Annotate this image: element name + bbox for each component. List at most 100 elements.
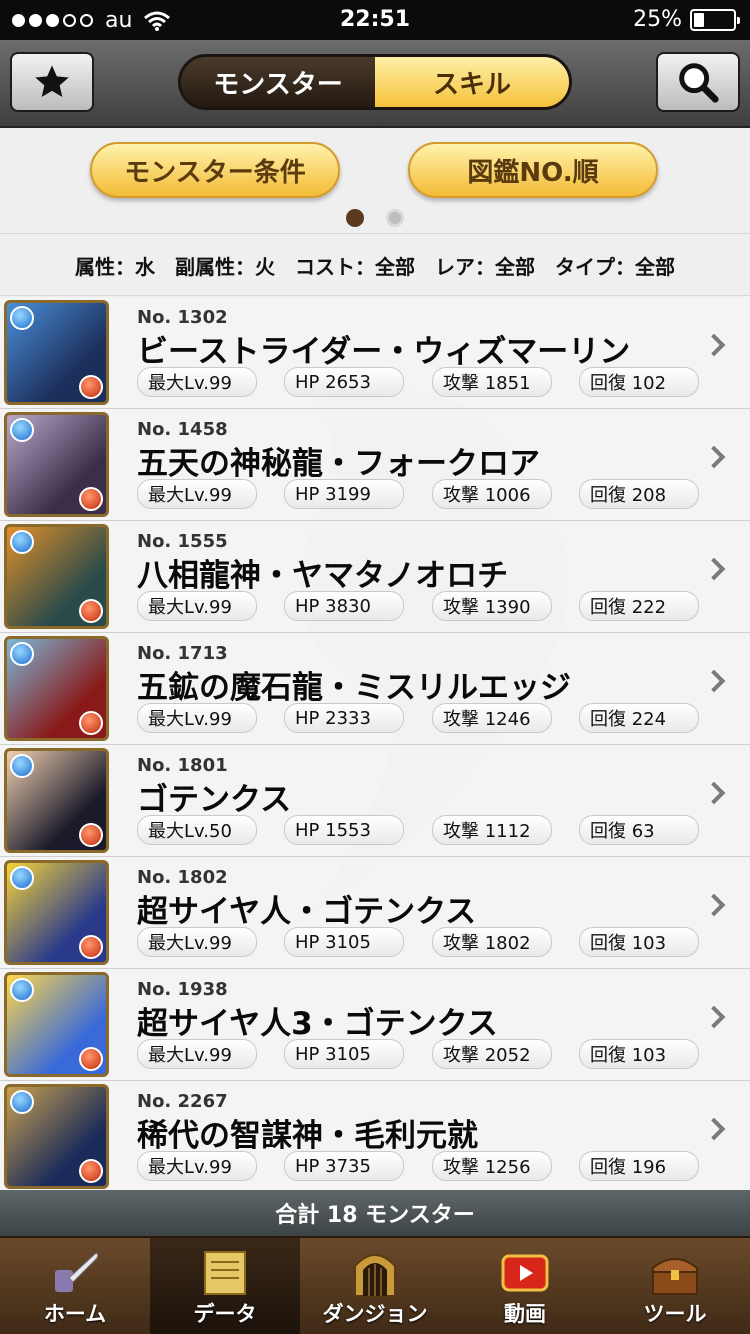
monster-condition-button[interactable]: モンスター条件: [90, 142, 340, 198]
play-icon: [501, 1254, 549, 1292]
tab-skill[interactable]: スキル: [375, 57, 569, 107]
recovery-badge: 回復 103: [579, 1039, 699, 1069]
monster-row[interactable]: No. 1555 八相龍神・ヤマタノオロチ 最大Lv.99 HP 3830 攻撃 139…: [0, 521, 750, 633]
max-level-badge: 最大Lv.99: [137, 1039, 257, 1069]
recovery-badge: 回復 222: [579, 591, 699, 621]
monster-thumbnail: [4, 412, 109, 517]
fire-attribute-icon: [79, 375, 103, 399]
water-attribute-icon: [10, 642, 34, 666]
hp-badge: HP 3830: [284, 591, 404, 621]
max-level-badge: 最大Lv.50: [137, 815, 257, 845]
treasure-chest-icon: [652, 1258, 698, 1295]
sort-order-button[interactable]: 図鑑NO.順: [408, 142, 658, 198]
document-icon: [204, 1251, 246, 1295]
page-dot[interactable]: [346, 209, 364, 227]
status-bar: au 22:51 25%: [0, 0, 750, 40]
hp-badge: HP 3105: [284, 1039, 404, 1069]
monster-name: ゴテンクス: [137, 782, 292, 818]
fire-attribute-icon: [79, 711, 103, 735]
tab-dungeon-label: ダンジョン: [322, 1302, 428, 1326]
rarity-filter-text: レア：全部: [435, 255, 535, 279]
sub-attribute-filter-text: 副属性：火: [175, 255, 275, 279]
favorites-button[interactable]: [10, 52, 94, 112]
monster-list[interactable]: No. 1302 ビーストライダー・ウィズマーリン 最大Lv.99 HP 2653 攻撃…: [0, 297, 750, 1190]
monster-row[interactable]: No. 1802 超サイヤ人・ゴテンクス 最大Lv.99 HP 3105 攻撃 1802…: [0, 857, 750, 969]
dungeon-gate-icon: [354, 1254, 396, 1297]
header-bar: モンスター スキル: [0, 40, 750, 128]
recovery-badge: 回復 208: [579, 479, 699, 509]
star-icon: [35, 65, 69, 97]
water-attribute-icon: [10, 866, 34, 890]
cost-filter-text: コスト：全部: [295, 255, 415, 279]
chevron-right-icon: [702, 781, 726, 805]
hp-badge: HP 3199: [284, 479, 404, 509]
attack-badge: 攻撃 1112: [432, 815, 552, 845]
recovery-badge: 回復 102: [579, 367, 699, 397]
tab-bar: ホーム データ ダンジョン 動画 ツール: [0, 1236, 750, 1334]
tab-data[interactable]: データ: [150, 1238, 300, 1334]
chevron-right-icon: [702, 1117, 726, 1141]
attack-badge: 攻撃 1802: [432, 927, 552, 957]
total-count: 合計 18 モンスター: [0, 1190, 750, 1236]
monster-number: No. 1938: [137, 979, 228, 1000]
hp-badge: HP 3105: [284, 927, 404, 957]
hp-badge: HP 2333: [284, 703, 404, 733]
monster-name: 超サイヤ人・ゴテンクス: [137, 894, 477, 930]
max-level-badge: 最大Lv.99: [137, 591, 257, 621]
type-filter-text: タイプ：全部: [555, 255, 675, 279]
tab-data-label: データ: [193, 1302, 257, 1326]
attack-badge: 攻撃 2052: [432, 1039, 552, 1069]
hp-badge: HP 3735: [284, 1151, 404, 1181]
monster-thumbnail: [4, 1084, 109, 1189]
monster-name: 八相龍神・ヤマタノオロチ: [137, 558, 509, 594]
hp-badge: HP 2653: [284, 367, 404, 397]
search-button[interactable]: [656, 52, 740, 112]
monster-thumbnail: [4, 636, 109, 741]
page-indicator[interactable]: [0, 209, 750, 227]
chevron-right-icon: [702, 1005, 726, 1029]
fire-attribute-icon: [79, 935, 103, 959]
monster-row[interactable]: No. 1458 五天の神秘龍・フォークロア 最大Lv.99 HP 3199 攻撃 10…: [0, 409, 750, 521]
tab-dungeon[interactable]: ダンジョン: [300, 1238, 450, 1334]
tab-video[interactable]: 動画: [450, 1238, 600, 1334]
monster-number: No. 1713: [137, 643, 228, 664]
monster-number: No. 1302: [137, 307, 228, 328]
filter-summary: 属性：水 副属性：火 コスト：全部 レア：全部 タイプ：全部: [0, 236, 750, 296]
monster-number: No. 1802: [137, 867, 228, 888]
monster-row[interactable]: No. 1302 ビーストライダー・ウィズマーリン 最大Lv.99 HP 2653 攻撃…: [0, 297, 750, 409]
hp-badge: HP 1553: [284, 815, 404, 845]
attack-badge: 攻撃 1006: [432, 479, 552, 509]
chevron-right-icon: [702, 557, 726, 581]
max-level-badge: 最大Lv.99: [137, 927, 257, 957]
max-level-badge: 最大Lv.99: [137, 703, 257, 733]
tab-home-label: ホーム: [43, 1302, 107, 1326]
monster-number: No. 1458: [137, 419, 228, 440]
monster-row[interactable]: No. 2267 稀代の智謀神・毛利元就 最大Lv.99 HP 3735 攻撃 1256…: [0, 1081, 750, 1190]
tab-tool[interactable]: ツール: [600, 1238, 750, 1334]
quill-icon: [55, 1253, 99, 1292]
chevron-right-icon: [702, 333, 726, 357]
max-level-badge: 最大Lv.99: [137, 367, 257, 397]
search-icon: [679, 63, 719, 103]
fire-attribute-icon: [79, 599, 103, 623]
monster-number: No. 1801: [137, 755, 228, 776]
battery-percent: 25%: [633, 7, 682, 32]
battery-icon: [690, 8, 740, 31]
view-segmented-control: モンスター スキル: [178, 54, 572, 110]
water-attribute-icon: [10, 530, 34, 554]
monster-row[interactable]: No. 1938 超サイヤ人3・ゴテンクス 最大Lv.99 HP 3105 攻撃 205…: [0, 969, 750, 1081]
monster-row[interactable]: No. 1801 ゴテンクス 最大Lv.50 HP 1553 攻撃 1112 回復 63: [0, 745, 750, 857]
water-attribute-icon: [10, 1090, 34, 1114]
water-attribute-icon: [10, 306, 34, 330]
fire-attribute-icon: [79, 823, 103, 847]
monster-name: 稀代の智謀神・毛利元就: [137, 1118, 478, 1154]
page-dot-search[interactable]: [386, 209, 404, 227]
recovery-badge: 回復 63: [579, 815, 699, 845]
recovery-badge: 回復 103: [579, 927, 699, 957]
monster-name: ビーストライダー・ウィズマーリン: [137, 334, 631, 370]
fire-attribute-icon: [79, 1047, 103, 1071]
monster-row[interactable]: No. 1713 五鉱の魔石龍・ミスリルエッジ 最大Lv.99 HP 2333 攻撃 1…: [0, 633, 750, 745]
tab-home[interactable]: ホーム: [0, 1238, 150, 1334]
tab-monster[interactable]: モンスター: [181, 57, 375, 107]
attack-badge: 攻撃 1256: [432, 1151, 552, 1181]
